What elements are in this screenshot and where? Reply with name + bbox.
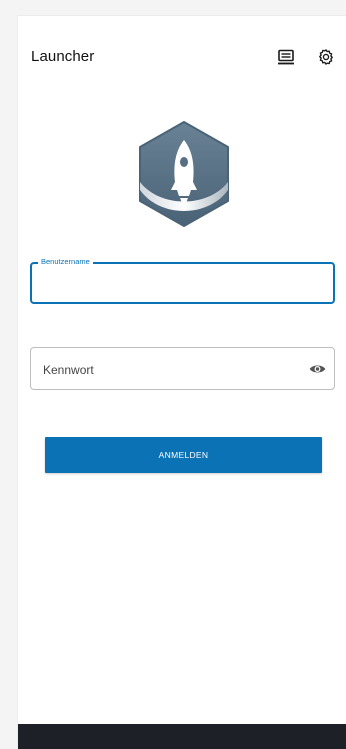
username-field[interactable]: Benutzername (30, 256, 335, 304)
gear-icon[interactable] (315, 46, 337, 68)
app-window: Launcher Benutzername ANMELDEN (18, 16, 346, 749)
password-input[interactable] (41, 359, 295, 381)
rocket-logo (135, 120, 233, 228)
bottom-navigation-bar (18, 724, 346, 749)
eye-icon[interactable] (308, 361, 326, 377)
app-title: Launcher (31, 48, 95, 65)
screen-icon[interactable] (275, 46, 297, 68)
username-input[interactable] (42, 274, 306, 296)
password-field[interactable] (30, 347, 335, 390)
top-app-bar: Launcher (18, 16, 346, 78)
login-button[interactable]: ANMELDEN (45, 437, 322, 473)
username-label: Benutzername (38, 256, 93, 268)
